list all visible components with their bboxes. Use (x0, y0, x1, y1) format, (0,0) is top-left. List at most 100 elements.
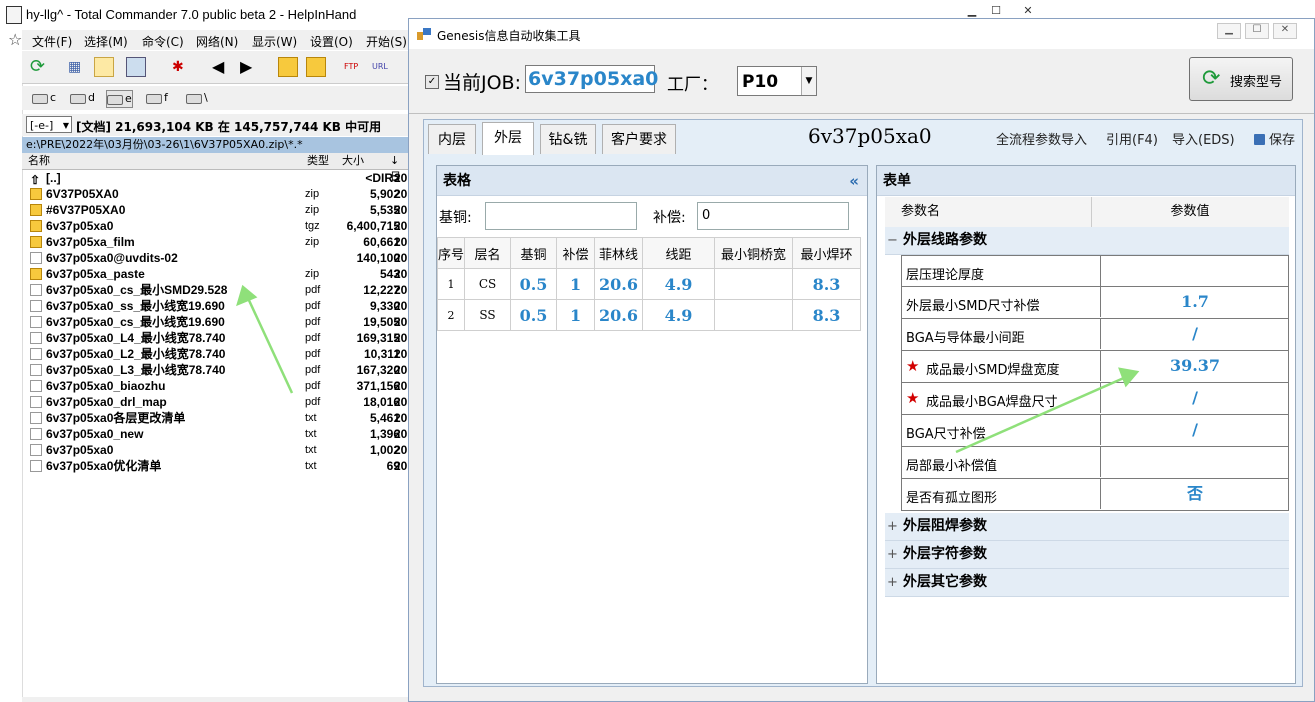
param-group-header[interactable]: + 外层阻焊参数 (885, 513, 1289, 541)
column-header[interactable]: 序号 (436, 237, 466, 269)
table-cell[interactable]: 8.3 (792, 299, 862, 331)
menu-start[interactable]: 开始(S) (366, 33, 407, 50)
maximize-icon[interactable]: ☐ (1245, 23, 1269, 39)
file-row[interactable]: 6v37p05xa0_biaozhu pdf 371,156 20 (22, 378, 408, 394)
thumbnail-icon[interactable] (126, 57, 146, 77)
table-row[interactable]: 1 CS 0.5 1 20.6 4.9 8.3 (436, 268, 862, 300)
menu-file[interactable]: 文件(F) (32, 33, 72, 50)
col-name[interactable]: 名称 (28, 153, 50, 169)
file-row[interactable]: 6v37p05xa0_new txt 1,396 20 (22, 426, 408, 442)
save-link[interactable]: 保存 (1254, 129, 1295, 148)
table-cell[interactable] (714, 299, 794, 331)
drive-e[interactable]: e (106, 90, 133, 108)
refresh-icon[interactable]: ⟳ (30, 57, 50, 77)
expand-icon[interactable]: + (887, 569, 898, 596)
file-row[interactable]: 6v37p05xa0_L2_最小线宽78.740 pdf 10,311 20 (22, 346, 408, 362)
menu-command[interactable]: 命令(C) (142, 33, 184, 50)
table-cell[interactable]: 4.9 (642, 299, 716, 331)
file-row[interactable]: 6v37p05xa0各层更改清单 txt 5,461 20 (22, 410, 408, 426)
file-row[interactable]: ⇧ [..] <DIR> 20 (22, 170, 408, 187)
collapse-icon[interactable]: « (849, 166, 859, 196)
file-row[interactable]: 6v37p05xa0@uvdits-02 140,100 20 (22, 250, 408, 266)
minimize-icon[interactable]: ▁ (1217, 23, 1241, 39)
table-row[interactable]: 2 SS 0.5 1 20.6 4.9 8.3 (436, 299, 862, 331)
table-cell[interactable]: 20.6 (594, 299, 644, 331)
invert-selection-icon[interactable]: ✱ (172, 57, 192, 77)
tab-customer-requirements[interactable]: 客户要求 (602, 124, 676, 154)
column-header[interactable]: 基铜 (510, 237, 558, 269)
factory-select[interactable]: P10 ▼ (737, 66, 817, 96)
tab-drill-mill[interactable]: 钻&铣 (540, 124, 596, 154)
tab-inner-layer[interactable]: 内层 (428, 124, 476, 154)
import-all-link[interactable]: 全流程参数导入 (996, 129, 1087, 148)
param-value[interactable]: / (1100, 319, 1289, 349)
drive-select[interactable]: [-e-] ▼ (26, 116, 72, 133)
table-cell[interactable]: 1 (556, 299, 596, 331)
param-row[interactable]: 层压理论厚度 (901, 255, 1289, 287)
pack-icon[interactable] (278, 57, 298, 77)
param-value[interactable]: 39.37 (1100, 351, 1289, 381)
drive-c[interactable]: c (32, 90, 56, 106)
param-value[interactable]: 1.7 (1100, 287, 1289, 317)
table-cell[interactable]: 0.5 (510, 299, 558, 331)
reference-link[interactable]: 引用(F4) (1106, 129, 1158, 148)
expand-icon[interactable]: + (887, 513, 898, 540)
file-row[interactable]: 6v37p05xa0优化清单 txt 69 20 (22, 458, 408, 474)
param-value[interactable]: 否 (1100, 479, 1289, 509)
menu-view[interactable]: 显示(W) (252, 33, 297, 50)
job-checkbox[interactable]: ✓ (425, 75, 439, 89)
menu-settings[interactable]: 设置(O) (310, 33, 353, 50)
param-row[interactable]: BGA尺寸补偿 / (901, 415, 1289, 447)
column-header[interactable]: 菲林线 (594, 237, 644, 269)
table-cell[interactable] (714, 268, 794, 300)
maximize-icon[interactable]: ☐ (984, 4, 1008, 18)
table-cell[interactable]: CS (464, 268, 512, 300)
star-icon[interactable]: ☆ (8, 30, 22, 49)
table-cell[interactable]: 1 (556, 268, 596, 300)
tree-view-icon[interactable] (94, 57, 114, 77)
file-row[interactable]: 6v37p05xa0_cs_最小SMD29.528 pdf 12,227 20 (22, 282, 408, 298)
table-cell[interactable]: 20.6 (594, 268, 644, 300)
param-value[interactable]: / (1100, 415, 1289, 445)
param-row[interactable]: 是否有孤立图形 否 (901, 479, 1289, 511)
chevron-down-icon[interactable]: ▼ (801, 67, 816, 95)
param-row[interactable]: ★ 成品最小BGA焊盘尺寸 / (901, 383, 1289, 415)
param-group-header[interactable]: + 外层字符参数 (885, 541, 1289, 569)
import-eds-link[interactable]: 导入(EDS) (1172, 129, 1235, 148)
table-cell[interactable]: 2 (436, 299, 466, 331)
expand-icon[interactable]: + (887, 541, 898, 568)
file-row[interactable]: 6v37p05xa0 txt 1,002 20 (22, 442, 408, 458)
search-model-button[interactable]: ⟳ 搜索型号 (1189, 57, 1293, 101)
col-size[interactable]: 大小 (342, 153, 364, 169)
column-header[interactable]: 补偿 (556, 237, 596, 269)
param-group-header[interactable]: − 外层线路参数 (885, 227, 1289, 255)
job-input[interactable]: 6v37p05xa0 (525, 65, 658, 93)
icons-view-icon[interactable]: ▦ (68, 57, 88, 77)
table-cell[interactable]: 0.5 (510, 268, 558, 300)
tc-current-path[interactable]: e:\PRE\2022年\03月份\03-26\1\6V37P05XA0.zip… (22, 137, 408, 153)
column-header[interactable]: 层名 (464, 237, 512, 269)
unpack-icon[interactable] (306, 57, 326, 77)
param-group-header[interactable]: + 外层其它参数 (885, 569, 1289, 597)
file-row[interactable]: 6v37p05xa_paste zip 543 20 (22, 266, 408, 282)
forward-icon[interactable]: ▶ (240, 57, 260, 77)
param-value[interactable] (1100, 256, 1289, 286)
close-icon[interactable]: ✕ (1273, 23, 1297, 39)
param-row[interactable]: 局部最小补偿值 (901, 447, 1289, 479)
back-icon[interactable]: ◀ (212, 57, 232, 77)
file-row[interactable]: 6v37p05xa_film zip 60,661 20 (22, 234, 408, 250)
table-cell[interactable]: 1 (436, 268, 466, 300)
table-cell[interactable]: 8.3 (792, 268, 862, 300)
base-copper-input[interactable] (485, 202, 637, 230)
file-row[interactable]: 6v37p05xa0 tgz 6,400,715 20 (22, 218, 408, 234)
file-row[interactable]: #6V37P05XA0 zip 5,535 20 (22, 202, 408, 218)
url-icon[interactable]: URL (372, 57, 392, 77)
file-row[interactable]: 6v37p05xa0_L3_最小线宽78.740 pdf 167,320 20 (22, 362, 408, 378)
table-cell[interactable]: SS (464, 299, 512, 331)
file-row[interactable]: 6v37p05xa0_ss_最小线宽19.690 pdf 9,330 20 (22, 298, 408, 314)
param-row[interactable]: ★ 成品最小SMD焊盘宽度 39.37 (901, 351, 1289, 383)
menu-network[interactable]: 网络(N) (196, 33, 238, 50)
column-header[interactable]: 最小焊环 (792, 237, 862, 269)
drive-root[interactable]: \ (186, 90, 208, 106)
drive-d[interactable]: d (70, 90, 95, 106)
